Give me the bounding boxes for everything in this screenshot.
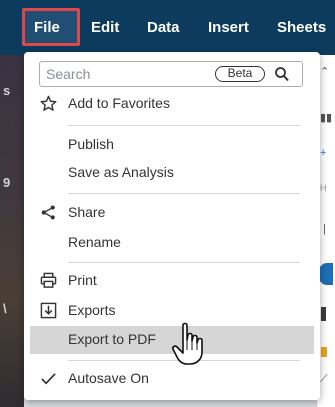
menu-file[interactable]: File	[34, 0, 60, 55]
menu-item-label: Autosave On	[68, 370, 149, 386]
menu-data[interactable]: Data	[147, 0, 180, 55]
menu-edit[interactable]: Edit	[91, 0, 119, 55]
menu-item-share[interactable]: Share	[24, 199, 320, 227]
star-icon	[40, 95, 57, 111]
menu-insert[interactable]: Insert	[208, 0, 249, 55]
menu-item-label: Share	[68, 204, 106, 220]
menu-item-autosave-on[interactable]: Autosave On	[24, 365, 320, 393]
background-left-strip: s 9 \	[0, 55, 24, 407]
menu-item-label: Rename	[68, 234, 121, 250]
beta-badge: Beta	[215, 66, 265, 82]
panel-visual-icon	[319, 263, 333, 285]
print-icon	[40, 272, 57, 288]
menu-item-publish[interactable]: Publish	[24, 131, 320, 159]
menu-search-input[interactable]	[46, 65, 196, 83]
panel-line-chart-icon: ⟋	[320, 373, 328, 385]
menu-item-label: Export to PDF	[68, 331, 156, 347]
menu-item-exports[interactable]: Exports	[24, 297, 320, 325]
menu-item-label: Add to Favorites	[68, 95, 170, 111]
panel-bar-icon	[321, 307, 326, 321]
panel-label-fragment: H	[320, 183, 327, 193]
menu-item-rename[interactable]: Rename	[24, 229, 320, 257]
chevron-up-icon: ⌃	[320, 66, 330, 78]
menu-item-add-to-favorites[interactable]: Add to Favorites	[24, 90, 320, 118]
hand-cursor-icon	[172, 322, 203, 365]
menu-divider	[68, 193, 300, 194]
menu-search-box: Beta	[39, 61, 303, 87]
menu-divider	[68, 125, 300, 126]
menu-item-label: Save as Analysis	[68, 164, 174, 180]
plus-icon: +	[320, 147, 327, 159]
share-icon	[41, 205, 55, 220]
menu-sheets[interactable]: Sheets	[277, 0, 326, 55]
menu-item-save-as-analysis[interactable]: Save as Analysis	[24, 159, 320, 187]
top-menu-bar: File Edit Data Insert Sheets	[0, 0, 335, 55]
menu-item-print[interactable]: Print	[24, 267, 320, 295]
bar-chart-icon: ▮▮	[320, 112, 333, 124]
panel-color-icon	[321, 347, 327, 357]
export-icon	[40, 302, 57, 319]
search-icon[interactable]	[274, 65, 290, 83]
check-icon	[41, 373, 56, 385]
menu-item-label: Exports	[68, 302, 116, 318]
panel-divider-icon: |	[323, 223, 326, 235]
menu-divider	[68, 262, 300, 263]
menu-item-label: Print	[68, 272, 97, 288]
menu-item-label: Publish	[68, 136, 114, 152]
